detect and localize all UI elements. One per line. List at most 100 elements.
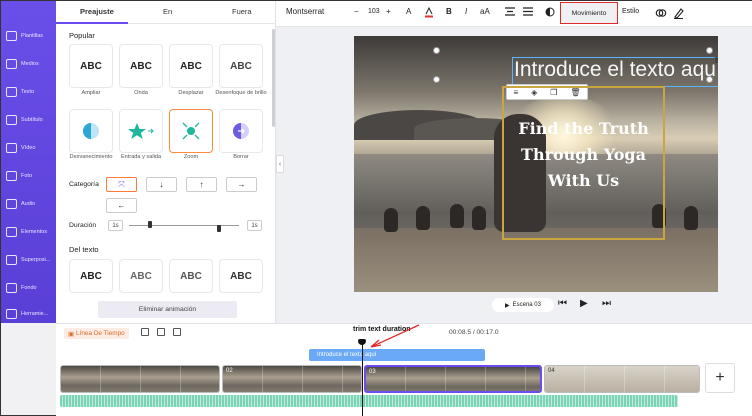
scene-canvas[interactable]: Introduce el texto aquí ↻ ≡ ◈ ❐ 🗑 Find t… [354,36,718,292]
timeline-toggle[interactable]: ▣ Línea De Tiempo [64,328,129,339]
headline-text[interactable]: Find the Truth Through Yoga With Us [502,116,665,194]
playhead[interactable] [362,341,363,416]
remove-animation-button[interactable]: Eliminar animación [98,301,237,318]
video-icon [6,143,17,153]
split-icon[interactable] [141,328,149,336]
clip-frame [486,367,526,391]
anim-card-onda[interactable]: ABC [119,44,163,88]
direction-down-button[interactable]: ↓ [146,177,177,192]
scene-clip[interactable]: 02 [222,365,362,393]
sidebar-item-subtitle[interactable]: Subtítulo [1,107,56,133]
resize-handle[interactable] [433,76,440,83]
sidebar-item-audio[interactable]: Audio [1,191,56,217]
card-caption: Desenfoque de brillo [215,90,267,96]
sidebar-item-media[interactable]: Medios [1,51,56,77]
opacity-icon[interactable] [545,7,555,19]
timeline-icon: ▣ [68,330,75,338]
panel-scrollbar[interactable] [272,29,275,127]
brush-icon[interactable] [673,7,684,21]
font-family-select[interactable]: Montserrat [286,7,324,16]
previous-icon[interactable]: ⏮ [558,298,567,309]
duration-slider-handle-start[interactable] [148,221,152,228]
collapse-panel-button[interactable]: ‹ [276,155,284,173]
left-sidebar: Plantillas Medios Texto Subtítulo Vídeo … [1,1,56,323]
copy-icon[interactable] [157,328,165,336]
sidebar-item-label: Audio [21,201,36,207]
next-icon[interactable]: ⏭ [602,298,611,309]
anim-card-ampliar[interactable]: ABC [69,44,113,88]
media-icon [6,59,17,69]
duration-start-value[interactable]: 1s [108,220,123,231]
direction-expand-button[interactable]: ⤧ [106,177,137,192]
resize-handle[interactable] [706,47,713,54]
direction-up-button[interactable]: ↑ [186,177,217,192]
style-button[interactable]: Estilo [622,8,639,15]
sidebar-item-video[interactable]: Vídeo [1,135,56,161]
sidebar-item-background[interactable]: Fondo [1,275,56,301]
resize-handle[interactable] [706,76,713,83]
resize-handle[interactable] [433,47,440,54]
tab-preset[interactable]: Preajuste [80,7,114,16]
sidebar-item-label: Foto [21,173,33,179]
clip-frame [446,367,486,391]
star-icon [128,123,154,139]
template-icon [6,31,17,41]
size-decrease-button[interactable]: − [354,7,359,16]
card-caption: Borrar [233,154,249,160]
anim-card-zoom[interactable] [169,109,213,153]
bold-button[interactable]: B [446,7,452,16]
clip-frame [526,367,540,391]
sidebar-item-overlay[interactable]: Superposi... [1,247,56,273]
direction-left-button[interactable]: ← [106,198,137,213]
scene-clip[interactable]: 04 [544,365,700,393]
sidebar-item-templates[interactable]: Plantillas [1,23,56,49]
spacing-icon[interactable] [523,7,533,18]
text-anim-card[interactable]: ABC [69,259,113,293]
yoga-person [450,204,464,228]
sidebar-item-label: Elementos [21,229,47,235]
delete-icon[interactable] [173,328,181,336]
fade-icon [83,123,99,139]
highlight-color-icon[interactable] [424,6,434,20]
sidebar-item-tools[interactable]: Herramie... [1,301,56,327]
sidebar-item-text[interactable]: Texto [1,79,56,105]
add-scene-button[interactable]: + [705,363,735,393]
sidebar-item-label: Subtítulo [21,117,43,123]
anim-card-desenfoque[interactable]: ABC [219,44,263,88]
anim-card-fade[interactable] [69,109,113,153]
scene-clip-selected[interactable]: 03 [364,365,542,393]
size-increase-button[interactable]: + [386,7,391,16]
text-anim-card[interactable]: ABC [169,259,213,293]
animation-panel: Preajuste En Fuera Popular ABC ABC ABC A… [56,1,276,323]
duration-slider-track[interactable] [129,225,239,226]
text-anim-card[interactable]: ABC [219,259,263,293]
text-color-button[interactable]: A [406,7,411,16]
sidebar-item-elements[interactable]: Elementos [1,219,56,245]
italic-button[interactable]: I [465,7,467,16]
tab-out[interactable]: Fuera [232,7,252,16]
scene-clip[interactable] [60,365,220,393]
case-button[interactable]: aA [480,7,490,16]
background-icon [6,283,17,293]
anim-card-desplazar[interactable]: ABC [169,44,213,88]
font-size-input[interactable]: 103 [368,8,380,15]
link-icon[interactable] [655,7,667,21]
audio-waveform[interactable] [60,395,678,407]
anim-card-wipe[interactable] [219,109,263,153]
text-anim-card[interactable]: ABC [119,259,163,293]
sidebar-item-photo[interactable]: Foto [1,163,56,189]
duration-end-value[interactable]: 1s [247,220,262,231]
play-icon[interactable]: ▶ [580,298,588,309]
movement-button[interactable]: Movimiento [560,2,618,24]
clip-number: 04 [548,368,555,374]
rotate-icon[interactable]: ↻ [714,56,718,67]
text-track-bar[interactable]: Introduce el texto aquí [309,349,485,361]
tab-in[interactable]: En [163,7,172,16]
anim-card-entry-exit[interactable] [119,109,163,153]
title-text[interactable]: Introduce el texto aquí [514,58,718,82]
scene-selector[interactable]: ▶ Escena 03 [492,298,554,312]
direction-right-button[interactable]: → [226,177,257,192]
clip-number: 03 [369,369,376,375]
duration-slider-handle-end[interactable] [217,225,221,232]
align-icon[interactable] [505,7,515,18]
